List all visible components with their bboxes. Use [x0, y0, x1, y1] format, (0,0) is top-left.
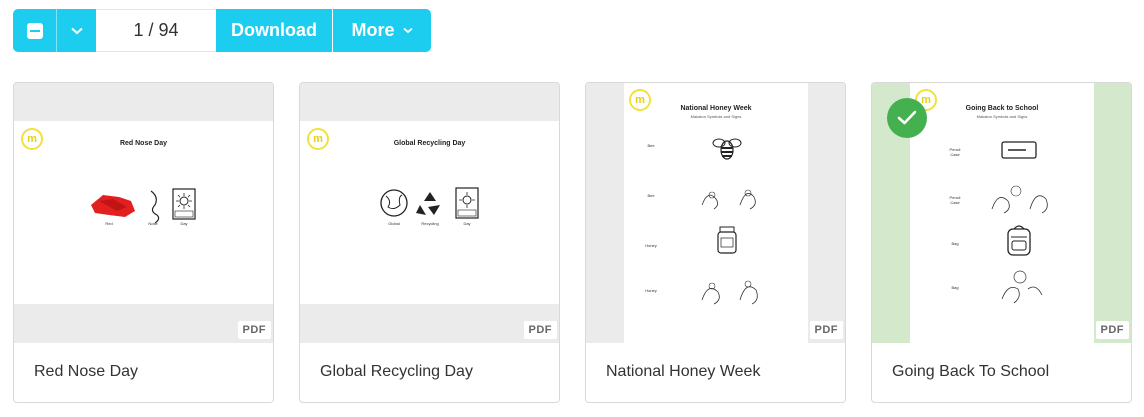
resource-card[interactable]: m Red Nose Day Red Nose Day PDF Red Nose…: [13, 82, 274, 403]
symbol-label: Day: [180, 221, 188, 226]
recycling-day-symbols: [380, 187, 479, 219]
document-page: m Global Recycling Day Global Recycling …: [300, 121, 559, 304]
file-type-badge: PDF: [237, 321, 271, 339]
symbol-label: Bee: [647, 143, 655, 148]
document-subtitle: Makaton Symbols and Signs: [690, 114, 742, 119]
resource-thumbnail[interactable]: m Red Nose Day Red Nose Day PDF: [14, 83, 273, 343]
chevron-down-icon: [402, 27, 413, 34]
file-type-badge: PDF: [809, 321, 843, 339]
file-type-badge: PDF: [1095, 321, 1129, 339]
document-page: m National Honey Week Makaton Symbols an…: [624, 83, 808, 343]
symbol-label: Recycling: [421, 221, 439, 226]
selection-dropdown-button[interactable]: [56, 9, 96, 52]
symbol-label: Bag: [951, 285, 959, 290]
pencil-case-sign-illustration: [991, 185, 1048, 214]
honey-jar-icon: [717, 226, 737, 254]
toolbar: 1 / 94 Download More: [13, 9, 431, 52]
backpack-icon: [1007, 225, 1031, 256]
minus-square-icon: [26, 22, 43, 39]
card-title[interactable]: Red Nose Day: [34, 363, 138, 381]
resource-thumbnail[interactable]: m National Honey Week Makaton Symbols an…: [586, 83, 845, 343]
page-indicator: 1 / 94: [96, 9, 216, 52]
card-title[interactable]: Going Back To School: [892, 363, 1049, 381]
document-page: m Going Back to School Makaton Symbols a…: [910, 83, 1094, 343]
document-title: Global Recycling Day: [393, 140, 466, 147]
pencil-case-icon: [1001, 141, 1037, 159]
symbol-label: Nose: [148, 221, 158, 226]
card-title[interactable]: Global Recycling Day: [320, 363, 473, 381]
resource-card[interactable]: m National Honey Week Makaton Symbols an…: [585, 82, 846, 403]
symbol-label: Red: [105, 221, 113, 226]
resource-thumbnail[interactable]: m Global Recycling Day Global Recycling …: [300, 83, 559, 343]
bag-sign-illustration: [1001, 270, 1043, 304]
download-button[interactable]: Download: [216, 9, 332, 52]
document-page: m Red Nose Day Red Nose Day: [14, 121, 273, 304]
resource-card[interactable]: m Global Recycling Day Global Recycling …: [299, 82, 560, 403]
document-title: Going Back to School: [965, 105, 1039, 112]
bee-icon: [712, 138, 742, 160]
symbol-label: Day: [463, 221, 471, 226]
file-type-badge: PDF: [523, 321, 557, 339]
symbol-label: Honey: [645, 243, 657, 248]
select-all-checkbox[interactable]: [13, 9, 56, 52]
check-icon: [897, 110, 917, 125]
document-title: Red Nose Day: [119, 140, 168, 147]
symbol-label: Honey: [645, 288, 657, 293]
resource-thumbnail[interactable]: m Going Back to School Makaton Symbols a…: [872, 83, 1131, 343]
symbol-label: Pencil Case: [949, 147, 961, 157]
selected-check-badge[interactable]: [887, 98, 927, 138]
more-button[interactable]: More: [333, 9, 431, 52]
card-title[interactable]: National Honey Week: [606, 363, 760, 381]
symbol-label: Bag: [951, 241, 959, 246]
symbol-label: Global: [388, 221, 400, 226]
honey-sign-illustration: [701, 280, 758, 305]
document-title: National Honey Week: [680, 105, 752, 112]
symbol-label: Pencil Case: [949, 195, 961, 205]
bee-sign-illustration: [701, 189, 756, 210]
symbol-label: Bee: [647, 193, 655, 198]
document-subtitle: Makaton Symbols and Signs: [976, 114, 1028, 119]
more-button-label: More: [351, 20, 395, 40]
resource-card[interactable]: m Going Back to School Makaton Symbols a…: [871, 82, 1132, 403]
chevron-down-icon: [70, 27, 83, 34]
